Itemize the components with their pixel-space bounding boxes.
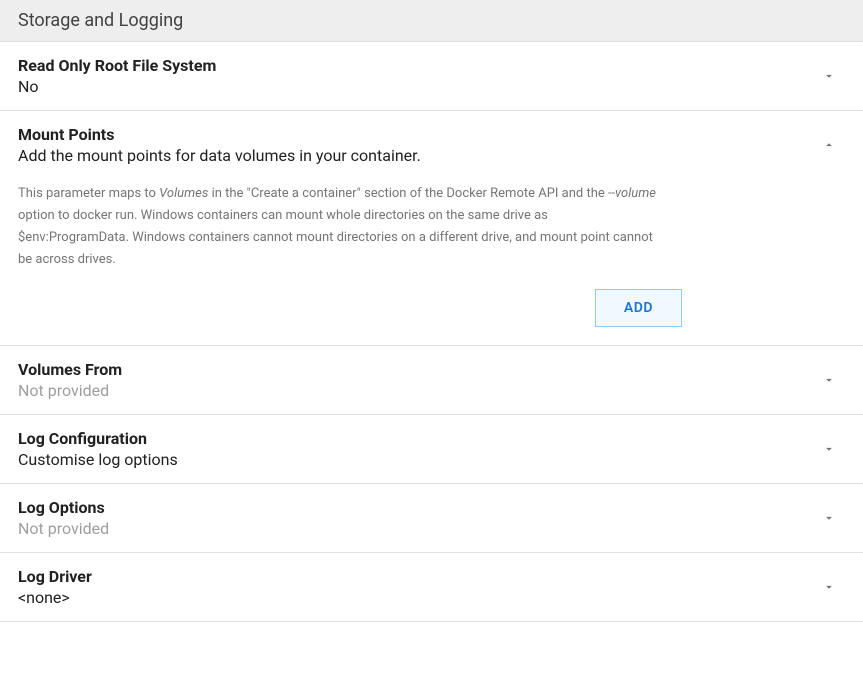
- panel-log-config: Log Configuration Customise log options: [0, 415, 863, 484]
- help-segment-italic: --volume: [608, 186, 656, 201]
- chevron-down-icon: [817, 506, 841, 530]
- help-segment-italic: Volumes: [159, 186, 208, 201]
- panel-header-log-driver[interactable]: Log Driver <none>: [0, 553, 863, 621]
- help-segment: option to docker run. Windows containers…: [18, 208, 653, 267]
- panel-title-log-config: Log Configuration: [18, 429, 817, 448]
- panel-title-volumes-from: Volumes From: [18, 360, 817, 379]
- panel-header-read-only-root[interactable]: Read Only Root File System No: [0, 42, 863, 110]
- help-text-mount-points: This parameter maps to Volumes in the "C…: [18, 183, 658, 271]
- button-row: ADD: [18, 289, 682, 327]
- panel-log-options: Log Options Not provided: [0, 484, 863, 553]
- panel-header-mount-points[interactable]: Mount Points Add the mount points for da…: [0, 111, 863, 179]
- panel-value-volumes-from: Not provided: [18, 381, 817, 400]
- panel-log-driver: Log Driver <none>: [0, 553, 863, 622]
- panel-title-mount-points: Mount Points: [18, 125, 817, 144]
- section-header: Storage and Logging: [0, 0, 863, 42]
- panel-title-log-driver: Log Driver: [18, 567, 817, 586]
- panel-desc-mount-points: Add the mount points for data volumes in…: [18, 146, 817, 165]
- panel-body-mount-points: This parameter maps to Volumes in the "C…: [0, 179, 863, 345]
- panel-header-log-config[interactable]: Log Configuration Customise log options: [0, 415, 863, 483]
- panel-volumes-from: Volumes From Not provided: [0, 346, 863, 415]
- add-button[interactable]: ADD: [595, 289, 682, 327]
- chevron-down-icon: [817, 437, 841, 461]
- panel-title-read-only-root: Read Only Root File System: [18, 56, 817, 75]
- panel-value-log-options: Not provided: [18, 519, 817, 538]
- panel-mount-points: Mount Points Add the mount points for da…: [0, 111, 863, 346]
- chevron-down-icon: [817, 368, 841, 392]
- panel-value-log-driver: <none>: [18, 588, 817, 607]
- chevron-down-icon: [817, 575, 841, 599]
- help-segment: This parameter maps to: [18, 186, 159, 201]
- panel-value-log-config: Customise log options: [18, 450, 817, 469]
- panel-read-only-root: Read Only Root File System No: [0, 42, 863, 111]
- panel-title-log-options: Log Options: [18, 498, 817, 517]
- panel-value-read-only-root: No: [18, 77, 817, 96]
- section-title: Storage and Logging: [18, 10, 183, 31]
- panel-header-log-options[interactable]: Log Options Not provided: [0, 484, 863, 552]
- chevron-down-icon: [817, 64, 841, 88]
- help-segment: in the "Create a container" section of t…: [208, 186, 608, 201]
- chevron-up-icon: [817, 133, 841, 157]
- panel-header-volumes-from[interactable]: Volumes From Not provided: [0, 346, 863, 414]
